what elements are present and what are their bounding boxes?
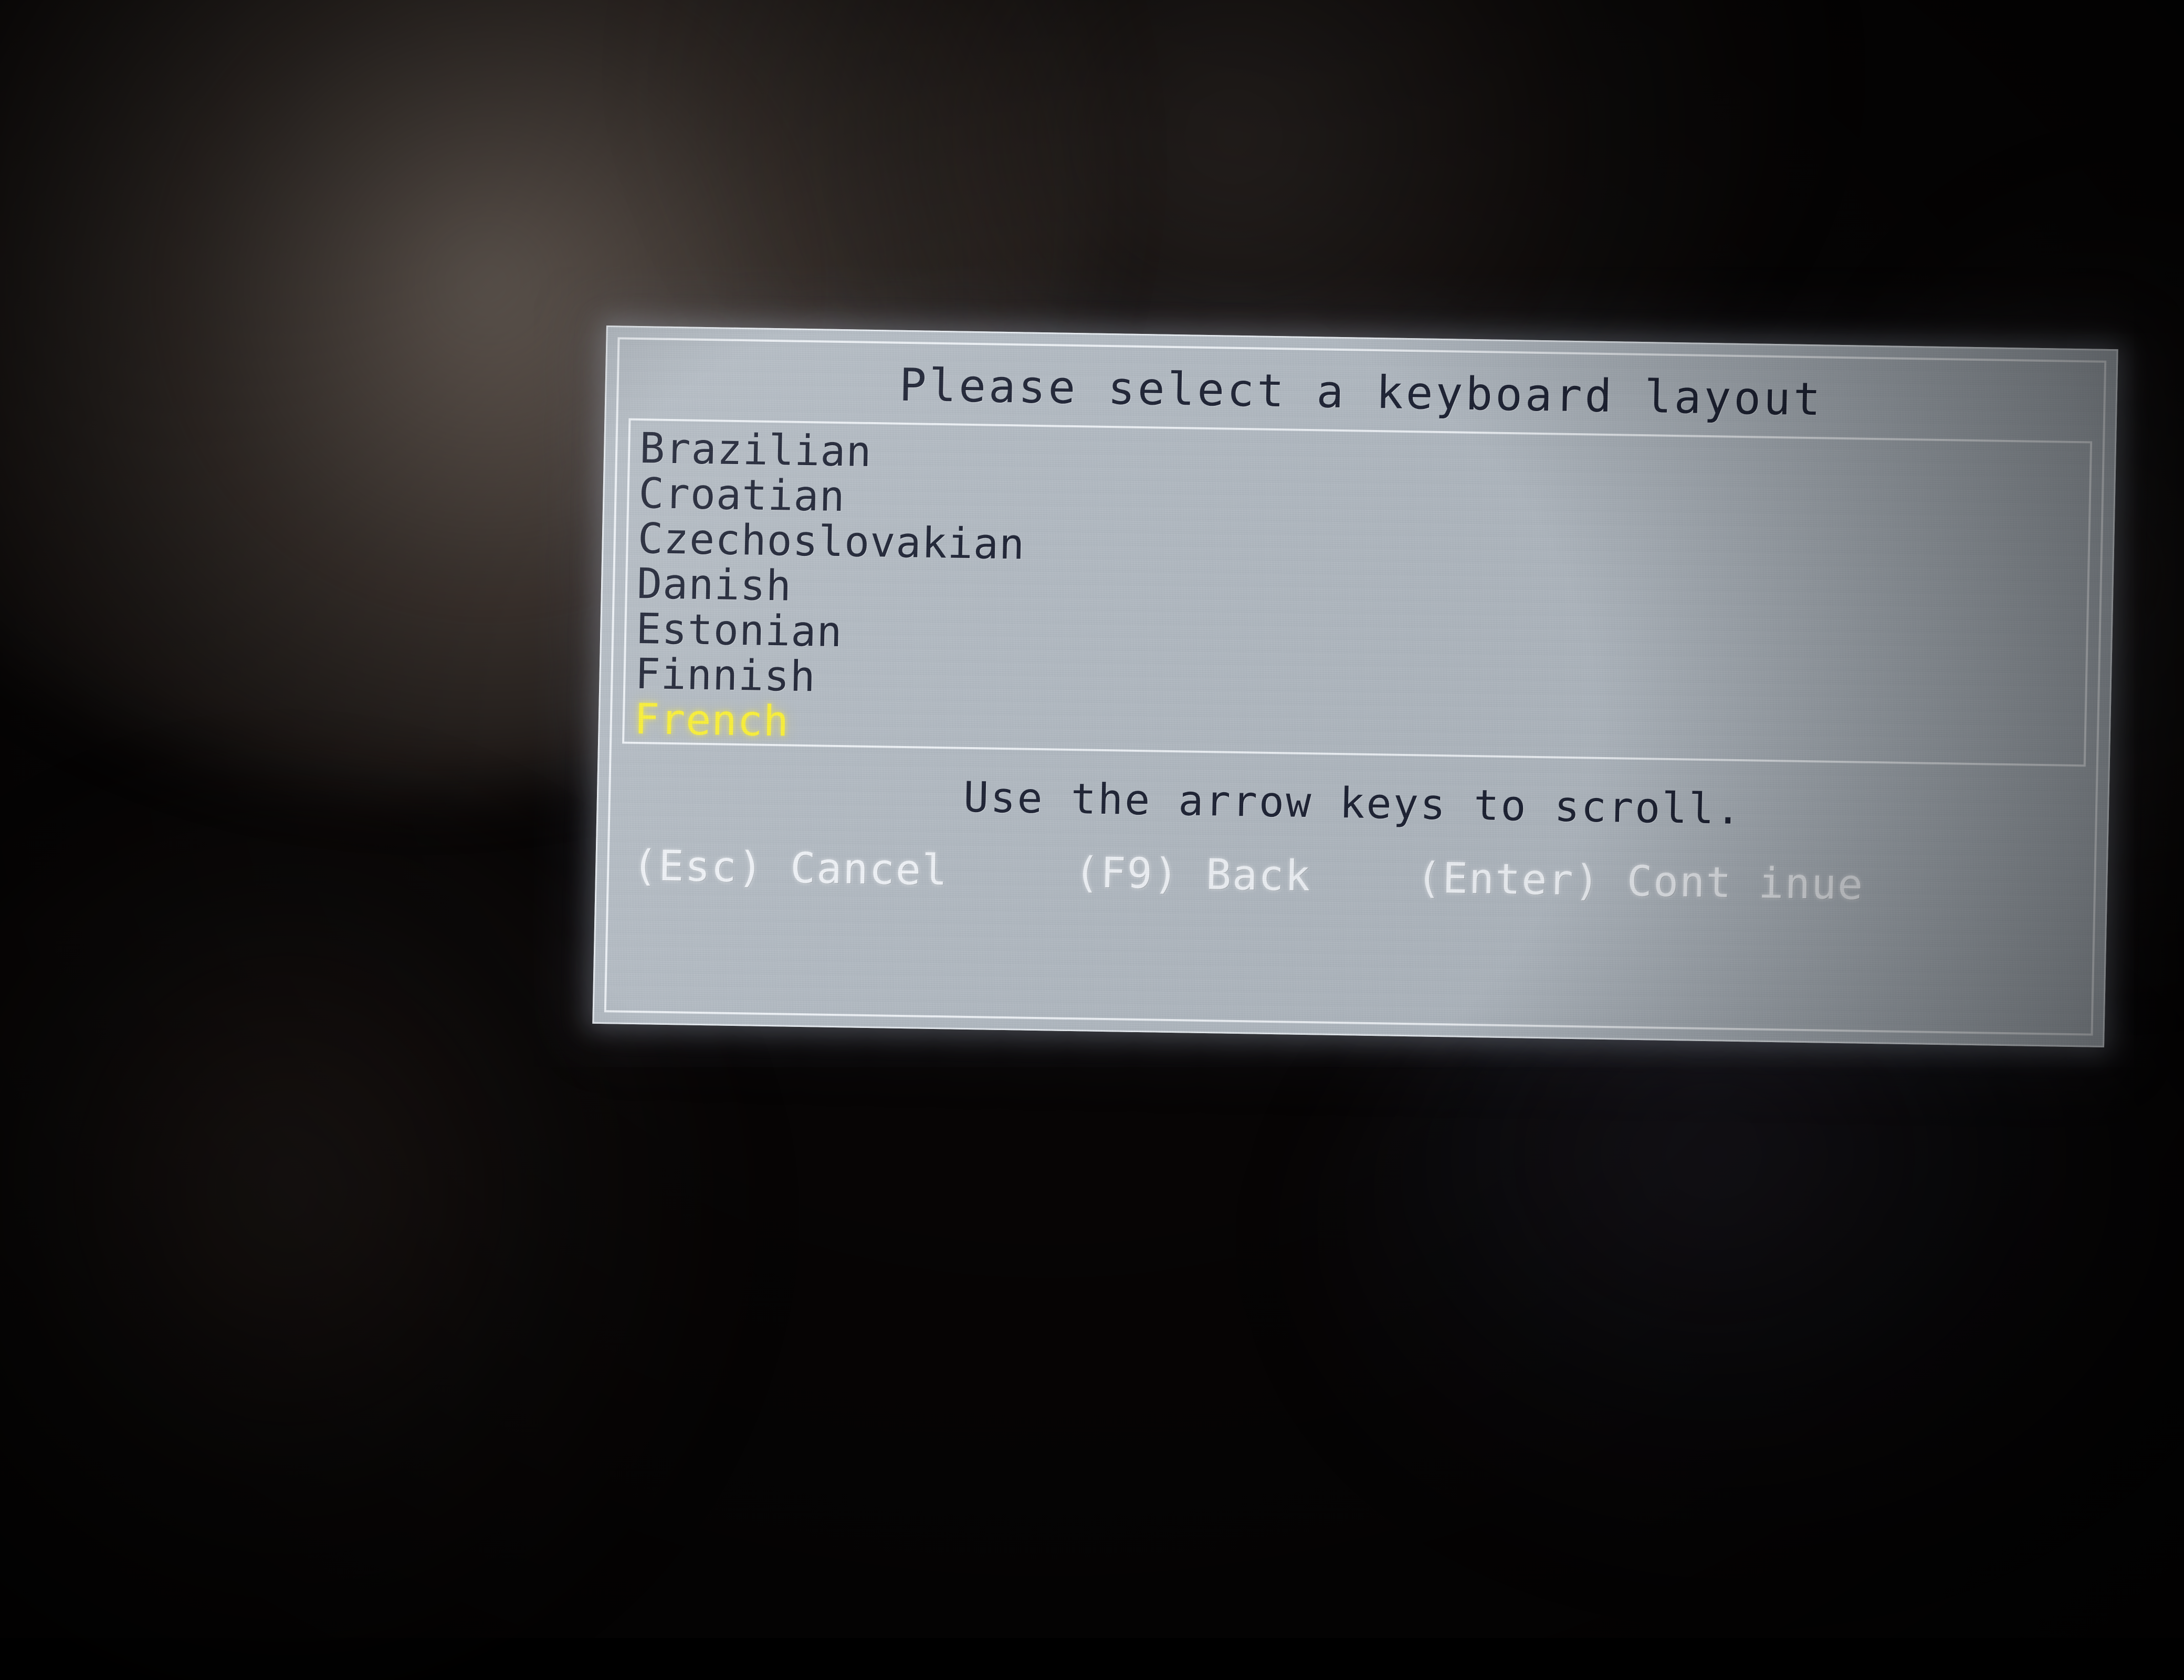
back-key-hint[interactable]: (F9) Back xyxy=(1074,848,1311,900)
dialog-inner-frame: Please select a keyboard layout Brazilia… xyxy=(604,337,2107,1036)
continue-key-hint[interactable]: (Enter) Cont inue xyxy=(1416,853,1865,909)
cancel-key-hint[interactable]: (Esc) Cancel xyxy=(632,841,949,895)
keyboard-layout-list[interactable]: Brazilian Croatian Czechoslovakian Danis… xyxy=(622,418,2093,767)
keyboard-layout-dialog: Please select a keyboard layout Brazilia… xyxy=(592,326,2118,1047)
